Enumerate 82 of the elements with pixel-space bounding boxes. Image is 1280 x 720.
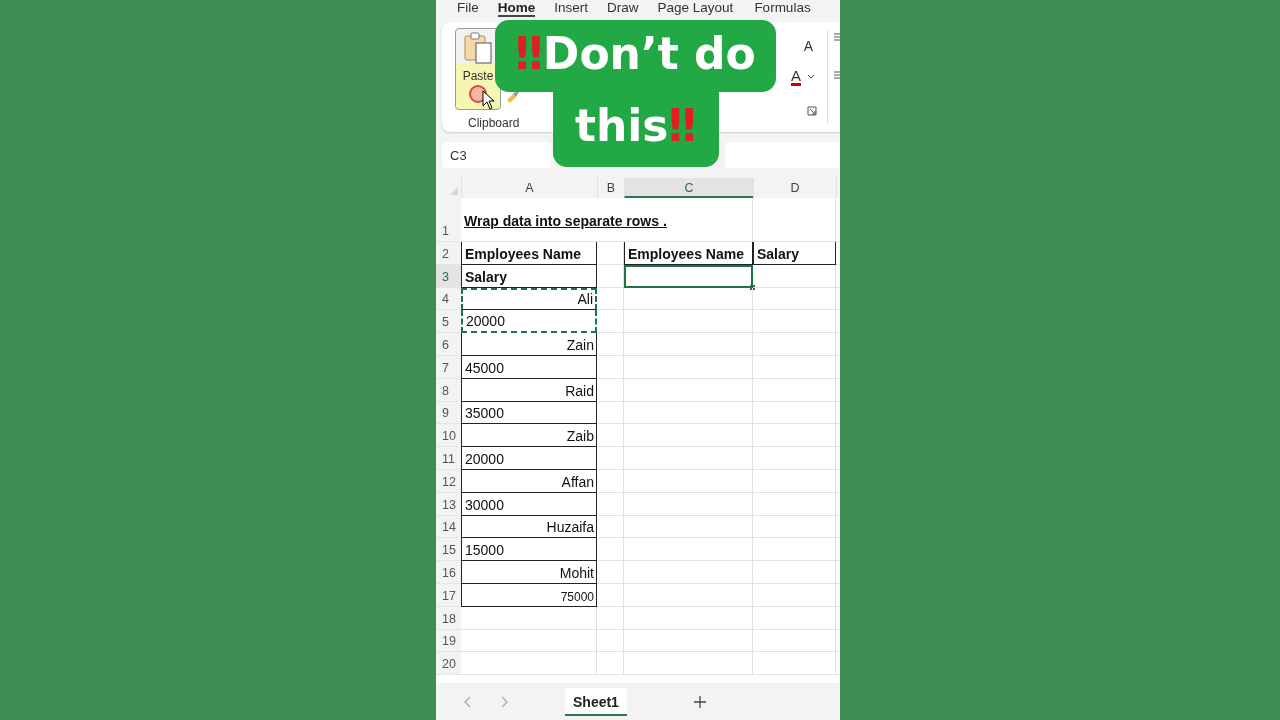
group-label: Clipboard xyxy=(468,116,520,130)
table-cell: Huzaifa xyxy=(461,515,597,539)
font-color-button[interactable]: A xyxy=(791,68,801,86)
table-cell: Employees Name xyxy=(624,242,753,265)
row-header[interactable]: 5 xyxy=(436,310,461,334)
empty-cell xyxy=(597,333,624,356)
row-header[interactable]: 15 xyxy=(436,538,461,562)
table-cell: Employees Name xyxy=(461,242,597,265)
cursor-icon xyxy=(482,90,496,110)
table-cell: 35000 xyxy=(461,401,597,425)
empty-cell xyxy=(597,401,624,425)
empty-cell xyxy=(597,242,624,265)
formula-field[interactable] xyxy=(725,142,840,168)
row-header[interactable]: 1 xyxy=(436,198,461,242)
column-header[interactable]: B xyxy=(597,178,624,198)
row-header[interactable]: 7 xyxy=(436,356,461,379)
table-cell: Salary xyxy=(461,264,597,288)
add-sheet-icon[interactable] xyxy=(692,694,707,709)
table-cell: Zaib xyxy=(461,424,597,448)
ribbon-tab[interactable]: Home xyxy=(497,0,536,17)
column-header[interactable]: C xyxy=(624,178,753,198)
table-cell: 15000 xyxy=(461,538,597,562)
empty-cell xyxy=(597,287,624,311)
column-header[interactable]: D xyxy=(753,178,836,198)
row-header[interactable]: 2 xyxy=(436,242,461,265)
dialog-launcher-icon[interactable] xyxy=(807,106,817,116)
row-header[interactable]: 19 xyxy=(436,629,461,653)
row-header[interactable]: 12 xyxy=(436,469,461,493)
table-cell: Mohit xyxy=(461,561,597,584)
empty-cell xyxy=(597,469,624,493)
ribbon-tab[interactable]: File xyxy=(457,0,479,18)
clipboard-icon xyxy=(463,31,493,65)
empty-cell xyxy=(597,652,624,676)
empty-cell xyxy=(597,378,624,402)
row-header[interactable]: 8 xyxy=(436,378,461,402)
table-cell: 45000 xyxy=(461,356,597,379)
row-header[interactable]: 11 xyxy=(436,447,461,470)
table-cell: Wrap data into separate rows . xyxy=(461,198,753,242)
row-header[interactable]: 10 xyxy=(436,424,461,448)
empty-cell xyxy=(597,424,624,448)
empty-cell xyxy=(597,264,624,288)
empty-cell xyxy=(597,629,624,653)
grow-font-button[interactable]: A xyxy=(803,38,813,54)
table-cell: 20000 xyxy=(461,310,597,334)
ribbon-tab[interactable]: Insert xyxy=(554,0,589,18)
empty-cell xyxy=(597,583,624,607)
table-cell: Salary xyxy=(753,242,836,265)
empty-cell xyxy=(597,447,624,470)
table-cell: Zain xyxy=(461,333,597,356)
previous-sheet-icon[interactable] xyxy=(463,694,473,709)
next-sheet-icon[interactable] xyxy=(499,694,509,709)
row-header[interactable]: 9 xyxy=(436,401,461,425)
row-header[interactable]: 6 xyxy=(436,333,461,356)
column-header[interactable]: A xyxy=(461,178,597,198)
row-header[interactable]: 13 xyxy=(436,492,461,516)
triangle-icon xyxy=(450,187,458,195)
table-cell: 30000 xyxy=(461,492,597,516)
empty-cell xyxy=(597,515,624,539)
ribbon-tab[interactable]: Draw xyxy=(607,0,639,18)
name-box[interactable]: C3 xyxy=(442,142,551,168)
sheet-tab[interactable]: Sheet1 xyxy=(565,687,627,716)
empty-cell xyxy=(597,606,624,630)
table-cell: Ali xyxy=(461,287,597,311)
row-header[interactable]: 14 xyxy=(436,515,461,539)
row-header[interactable]: 17 xyxy=(436,583,461,607)
empty-cell xyxy=(597,561,624,584)
table-cell: 20000 xyxy=(461,447,597,470)
empty-cell xyxy=(597,356,624,379)
row-header[interactable]: 16 xyxy=(436,561,461,584)
table-cell: Raid xyxy=(461,378,597,402)
table-cell: 75000 xyxy=(461,583,597,607)
empty-cell xyxy=(597,538,624,562)
empty-cell xyxy=(597,310,624,334)
caret-icon[interactable] xyxy=(807,74,815,80)
row-header[interactable]: 4 xyxy=(436,287,461,311)
empty-cell xyxy=(597,492,624,516)
ribbon-tab[interactable]: Page Layout xyxy=(657,0,734,18)
row-header[interactable]: 18 xyxy=(436,606,461,630)
row-header[interactable]: 3 xyxy=(436,264,461,288)
row-header[interactable]: 20 xyxy=(436,652,461,676)
ribbon-tab[interactable]: Formulas xyxy=(754,0,811,18)
table-cell: Affan xyxy=(461,469,597,493)
